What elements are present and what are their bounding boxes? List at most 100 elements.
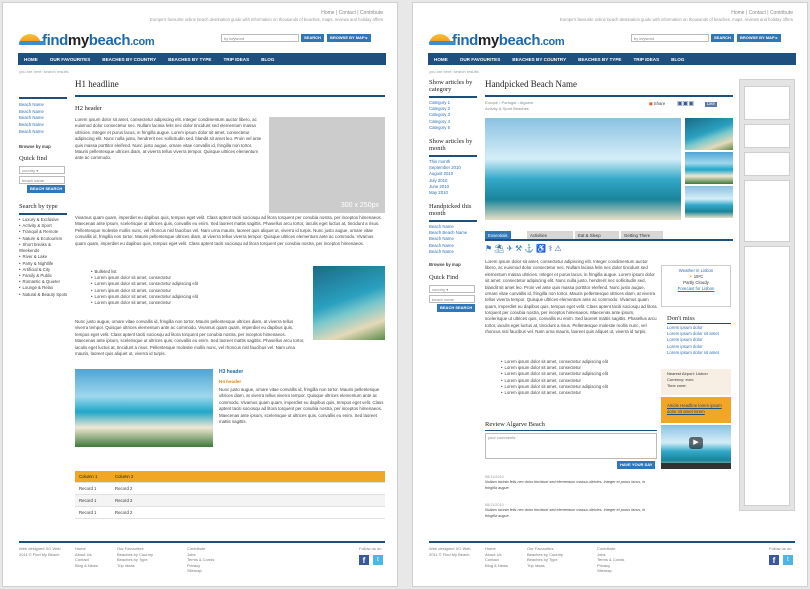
footer-links-2[interactable]: Our Favourites Beaches by Country Beache… bbox=[117, 546, 153, 568]
social-icons[interactable]: ▣▣▣ bbox=[677, 101, 694, 108]
review-date: 08/11/2010 bbox=[485, 475, 504, 479]
sidebar-link[interactable]: Beach Name bbox=[19, 102, 69, 109]
body-paragraph: Lorem ipsum dolor sit amet, consectetur … bbox=[75, 117, 262, 161]
like-button[interactable]: Like bbox=[705, 101, 717, 107]
category-link[interactable]: Category 3 bbox=[429, 112, 450, 118]
sidebar-link[interactable]: Beach Name bbox=[19, 122, 69, 129]
browse-by-map-button[interactable]: BROWSE BY MAP ▸ bbox=[737, 34, 781, 42]
ad-slot[interactable] bbox=[744, 246, 790, 506]
footer-links-2[interactable]: Our Favourites Beaches by Country Beache… bbox=[527, 546, 563, 568]
beach-name-input[interactable]: beach name bbox=[429, 295, 475, 303]
dont-miss-links: Lorem ipsum dolor Lorem ipsum dolor sit … bbox=[667, 325, 719, 356]
footer-links-3[interactable]: Contribute Jobs Terms & Conds Privacy Si… bbox=[187, 546, 214, 574]
country-select[interactable]: country ▾ bbox=[429, 285, 475, 293]
review-textarea[interactable]: your comments bbox=[485, 433, 657, 459]
tab-rule bbox=[485, 239, 733, 241]
search-input[interactable]: by keyword bbox=[631, 34, 709, 42]
data-table: Column 1 Column 2 Record 1 Record 2 Record… bbox=[75, 471, 385, 519]
facility-icons: ⚑⛱✈⚒⚓♿⚕⚠ bbox=[485, 244, 564, 253]
footer-links-1[interactable]: Home About Us Contact Blog & News bbox=[485, 546, 508, 568]
menu-trip-ideas[interactable]: TRIP IDEAS bbox=[627, 57, 665, 62]
ad-rail bbox=[739, 79, 795, 511]
site-logo[interactable]: findmybeach.com bbox=[429, 28, 565, 48]
promo-article-link[interactable]: Article Headline lorem ipsum dolor sit a… bbox=[661, 397, 731, 423]
menu-blog[interactable]: BLOG bbox=[255, 57, 280, 62]
menu-home[interactable]: HOME bbox=[18, 57, 44, 62]
menu-trip-ideas[interactable]: TRIP IDEAS bbox=[217, 57, 255, 62]
top-utility-nav[interactable]: Home | Contact | Contribute bbox=[731, 10, 793, 17]
sidebar-rule bbox=[429, 96, 477, 98]
dont-miss-heading: Don't miss bbox=[667, 315, 695, 322]
search-button[interactable]: SEARCH bbox=[711, 34, 734, 42]
category-link[interactable]: Category 4 bbox=[429, 119, 450, 125]
sidebar-rule bbox=[19, 213, 67, 215]
type-link[interactable]: Short breaks & Weekends bbox=[19, 242, 71, 254]
country-select[interactable]: country ▾ bbox=[19, 166, 65, 174]
search-by-type-title: Search by type bbox=[19, 203, 58, 210]
video-player[interactable]: ▶ bbox=[661, 425, 731, 469]
menu-country[interactable]: BEACHES BY COUNTRY bbox=[96, 57, 162, 62]
forecast-link[interactable]: Forecast for Lisbon bbox=[662, 286, 730, 292]
review-text: Nullam lacinia felis nec dolor tincidunt… bbox=[485, 508, 646, 518]
beach-name-input[interactable]: beach name bbox=[19, 176, 65, 184]
type-link[interactable]: Natural & Beauty Spots bbox=[19, 292, 71, 298]
ad-slot[interactable] bbox=[744, 124, 790, 148]
thumbnail-photo[interactable] bbox=[685, 186, 733, 218]
category-heading: Show articles by category bbox=[429, 79, 473, 94]
footer-credit: Web designed XO Web 2011 © Find My Beach bbox=[19, 546, 61, 557]
browse-by-map-link[interactable]: Browse by map bbox=[19, 144, 51, 150]
browse-by-map-button[interactable]: BROWSE BY MAP ▸ bbox=[327, 34, 371, 42]
thumbnail-photo[interactable] bbox=[685, 152, 733, 184]
have-your-say-button[interactable]: HAVE YOUR SAY bbox=[617, 461, 656, 469]
sidebar-rule bbox=[429, 220, 477, 222]
share-button[interactable]: ◼ Share bbox=[649, 101, 665, 107]
ad-slot[interactable] bbox=[744, 180, 790, 242]
ad-slot[interactable] bbox=[744, 152, 790, 176]
footer-links-1[interactable]: Home About Us Contact Blog & News bbox=[75, 546, 98, 568]
travel-info-box: Nearest Airport: Lisbon Currency: euro Tim… bbox=[661, 369, 731, 395]
thumbnail-photo[interactable] bbox=[685, 118, 733, 150]
h4-header: H4 header bbox=[219, 379, 242, 384]
menu-type[interactable]: BEACHES BY TYPE bbox=[572, 57, 627, 62]
follow-us-label: Follow us on bbox=[769, 546, 792, 551]
tab-essentials[interactable]: Essentials bbox=[485, 231, 511, 239]
month-link[interactable]: May 2010 bbox=[429, 190, 461, 196]
tab-activities[interactable]: Activities bbox=[527, 231, 573, 239]
twitter-icon[interactable]: t bbox=[373, 555, 383, 565]
browse-by-map-link[interactable]: Browse by map bbox=[429, 262, 461, 268]
twitter-icon[interactable]: t bbox=[783, 555, 793, 565]
sidebar-link[interactable]: Beach Name bbox=[19, 115, 69, 122]
body-paragraph: Lorem ipsum dolor sit amet, consectetur … bbox=[485, 259, 657, 335]
tab-getting-there[interactable]: Getting There bbox=[621, 231, 663, 239]
beach-search-button[interactable]: BEACH SEARCH bbox=[437, 304, 476, 312]
search-input[interactable]: by keyword bbox=[221, 34, 299, 42]
beach-title: Handpicked Beach Name bbox=[485, 79, 577, 89]
facebook-icon[interactable]: f bbox=[769, 555, 779, 565]
footer-credit: Web designed XO Web 2011 © Find My Beach bbox=[429, 546, 471, 557]
footer-links-3[interactable]: Contribute Jobs Terms & Conds Privacy Si… bbox=[597, 546, 624, 574]
menu-favourites[interactable]: OUR FAVOURITES bbox=[454, 57, 507, 62]
tab-eat-sleep[interactable]: Eat & Sleep bbox=[575, 231, 619, 239]
ad-slot[interactable] bbox=[744, 86, 790, 120]
menu-type[interactable]: BEACHES BY TYPE bbox=[162, 57, 217, 62]
beach-search-button[interactable]: BEACH SEARCH bbox=[27, 185, 66, 193]
location-breadcrumb[interactable]: Europe › Portugal › Algarve bbox=[485, 100, 533, 106]
top-utility-nav[interactable]: Home | Contact | Contribute bbox=[321, 10, 383, 17]
dont-miss-link[interactable]: Lorem ipsum dolor sit amet bbox=[667, 350, 719, 356]
menu-blog[interactable]: BLOG bbox=[665, 57, 690, 62]
sidebar-link[interactable]: Beach Name bbox=[19, 129, 69, 136]
category-link[interactable]: Category 5 bbox=[429, 125, 450, 131]
handpicked-link[interactable]: Beach Name bbox=[429, 249, 467, 255]
main-menu: HOME OUR FAVOURITES BEACHES BY COUNTRY B… bbox=[18, 53, 386, 65]
type-list: Luxury & Exclusive Activity & Sport Tran… bbox=[19, 217, 71, 298]
sidebar-link[interactable]: Beach Name bbox=[19, 109, 69, 116]
menu-favourites[interactable]: OUR FAVOURITES bbox=[44, 57, 97, 62]
site-logo[interactable]: findmybeach.com bbox=[19, 28, 155, 48]
menu-home[interactable]: HOME bbox=[428, 57, 454, 62]
sidebar-rule bbox=[667, 323, 731, 324]
video-controls[interactable] bbox=[661, 463, 731, 469]
menu-country[interactable]: BEACHES BY COUNTRY bbox=[506, 57, 572, 62]
facebook-icon[interactable]: f bbox=[359, 555, 369, 565]
search-button[interactable]: SEARCH bbox=[301, 34, 324, 42]
play-icon[interactable]: ▶ bbox=[689, 437, 703, 449]
